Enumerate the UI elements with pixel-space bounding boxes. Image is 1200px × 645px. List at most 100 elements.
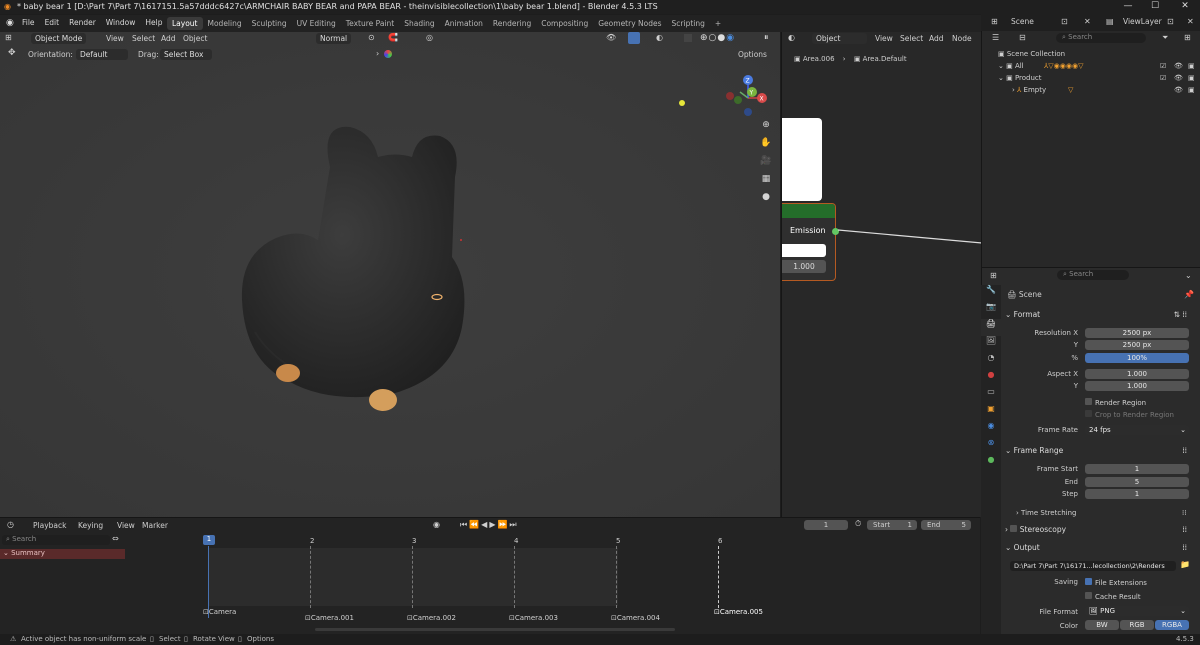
camera-marker[interactable]: ⊡Camera.005 xyxy=(714,608,763,616)
file-format-dropdown[interactable]: 🖼 PNG ⌄ xyxy=(1085,606,1189,616)
outliner-type-icon[interactable]: ☰ xyxy=(992,33,999,42)
collection-tab-icon[interactable]: ▭ xyxy=(981,387,1001,404)
object-tab-icon[interactable]: ▣ xyxy=(981,404,1001,421)
properties-search-input[interactable]: ⌕ Search xyxy=(1057,270,1129,280)
preset-icon[interactable]: ⇅ ⁞⁞ xyxy=(1174,310,1187,319)
overlay-icon[interactable]: ◐ xyxy=(656,33,663,42)
properties-type-icon[interactable]: ⊞ xyxy=(990,271,997,280)
outliner-search-input[interactable]: ⌕ Search xyxy=(1056,33,1146,43)
checkbox-icon[interactable]: ☑ xyxy=(1160,62,1166,70)
format-panel-header[interactable]: ⌄ Format ⇅ ⁞⁞ xyxy=(1005,310,1195,324)
menu-file[interactable]: File xyxy=(22,18,35,27)
output-tab-icon[interactable]: 🖨 xyxy=(981,319,1001,336)
marker-menu[interactable]: Marker xyxy=(142,521,168,530)
shader-node-editor[interactable]: ◐ Object View Select Add Node ▣ Area.006… xyxy=(781,32,982,517)
copy-icon[interactable]: ⊡ xyxy=(1167,17,1174,26)
camera-icon[interactable]: ▣ xyxy=(1188,62,1195,70)
tab-texture-paint[interactable]: Texture Paint xyxy=(341,17,399,30)
output-path-field[interactable]: D:\Part 7\Part 7\16171...lecollection\2\… xyxy=(1010,561,1176,571)
ortho-grid-icon[interactable]: ▦ xyxy=(760,174,772,192)
options-dropdown[interactable]: Options xyxy=(738,50,767,59)
physics-tab-icon[interactable]: ◉ xyxy=(981,421,1001,438)
crop-region-checkbox[interactable]: Crop to Render Region xyxy=(1085,410,1174,419)
shading-modes-icon[interactable]: ⊕○●◉ xyxy=(700,33,735,43)
pin-icon[interactable]: ⊡ xyxy=(1061,17,1068,26)
pan-hand-icon[interactable]: ✋ xyxy=(760,138,772,156)
view-layer-tab-icon[interactable]: 🖼 xyxy=(981,336,1001,353)
timeline-editor[interactable]: ◷ Playback Keying View Marker ◉ ⏮⏪◀▶⏩⏭ 1… xyxy=(0,517,980,634)
scene-collection-row[interactable]: ▣ Scene Collection xyxy=(998,50,1065,58)
stopwatch-icon[interactable]: ⏱ xyxy=(855,519,861,529)
pin-icon[interactable]: 📌 xyxy=(1184,290,1194,299)
menu-add[interactable]: Add xyxy=(161,34,176,43)
record-icon[interactable]: ◉ xyxy=(433,520,440,529)
transform-orientation-dropdown[interactable]: Normal xyxy=(316,33,352,44)
close-icon[interactable]: ✕ xyxy=(1187,17,1194,26)
chevron-down-icon[interactable]: ⌄ ▣ xyxy=(998,74,1015,82)
frame-start-field[interactable]: 1 xyxy=(1085,464,1189,474)
tab-rendering[interactable]: Rendering xyxy=(488,17,536,30)
camera-icon[interactable]: ▣ xyxy=(1188,74,1195,82)
timeline-search-input[interactable]: ⌕ Search xyxy=(2,535,110,545)
frame-step-field[interactable]: 1 xyxy=(1085,489,1189,499)
menu-select[interactable]: Select xyxy=(900,34,923,43)
color-rgba-button[interactable]: RGBA xyxy=(1155,620,1189,630)
playback-menu[interactable]: Playback xyxy=(33,521,66,530)
playback-controls[interactable]: ⏮⏪◀▶⏩⏭ xyxy=(460,520,519,530)
color-bw-button[interactable]: BW xyxy=(1085,620,1119,630)
navigation-gizmo[interactable]: Z X Y xyxy=(722,70,774,122)
scene-name-field[interactable]: Scene xyxy=(1011,17,1034,26)
cache-result-checkbox[interactable]: Cache Result xyxy=(1085,592,1141,601)
funnel-icon[interactable]: ⏷ xyxy=(1162,33,1168,43)
close-button[interactable]: ✕ xyxy=(1175,1,1195,11)
camera-icon[interactable]: ▣ xyxy=(1188,86,1195,94)
editor-type-icon[interactable]: ◐ xyxy=(788,33,795,42)
folder-icon[interactable]: 📁 xyxy=(1180,560,1190,569)
menu-render[interactable]: Render xyxy=(69,18,96,27)
eye-icon[interactable]: 👁 xyxy=(1174,62,1183,70)
world-tab-icon[interactable]: ● xyxy=(981,370,1001,387)
xray-icon[interactable] xyxy=(684,34,692,42)
current-frame-field[interactable]: 1 xyxy=(804,520,848,530)
tab-geometry-nodes[interactable]: Geometry Nodes xyxy=(593,17,666,30)
tab-compositing[interactable]: Compositing xyxy=(536,17,593,30)
frame-range-panel-header[interactable]: ⌄ Frame Range ⁞⁞ xyxy=(1005,446,1195,460)
visibility-icon[interactable]: 👁 xyxy=(606,33,616,42)
resolution-x-field[interactable]: 2500 px xyxy=(1085,328,1189,338)
mode-dropdown[interactable]: Object Mode xyxy=(31,33,87,44)
render-tab-icon[interactable]: 📷 xyxy=(981,302,1001,319)
resolution-y-field[interactable]: 2500 px xyxy=(1085,340,1189,350)
menu-window[interactable]: Window xyxy=(106,18,136,27)
new-collection-icon[interactable]: ⊞ xyxy=(1184,33,1191,42)
color-rgb-button[interactable]: RGB xyxy=(1120,620,1154,630)
tab-animation[interactable]: Animation xyxy=(440,17,488,30)
outliner-item-product[interactable]: ⌄ ▣ Product ☑ 👁 ▣ xyxy=(998,74,1198,82)
gizmo-toggle-icon[interactable] xyxy=(628,32,640,44)
render-region-checkbox[interactable]: Render Region xyxy=(1085,398,1146,407)
menu-view[interactable]: View xyxy=(875,34,893,43)
blender-menu-icon[interactable]: ◉ xyxy=(6,18,14,28)
clock-icon[interactable]: ◷ xyxy=(7,520,14,529)
chevron-down-icon[interactable]: ⌄ xyxy=(1185,271,1192,280)
node-context-dropdown[interactable]: Object xyxy=(812,33,867,44)
orientation-dropdown[interactable]: Default xyxy=(76,49,128,60)
view-menu[interactable]: View xyxy=(117,521,135,530)
pause-icon[interactable]: ⏸ xyxy=(764,33,769,43)
filter-icon[interactable]: ⊟ xyxy=(1019,33,1026,42)
data-tab-icon[interactable]: ● xyxy=(981,455,1001,472)
eye-icon[interactable]: 👁 xyxy=(1174,74,1183,82)
time-stretching-subpanel[interactable]: › Time Stretching ⁞⁞ xyxy=(1016,509,1186,517)
eye-icon[interactable]: 👁 xyxy=(1174,86,1183,94)
add-workspace-button[interactable]: + xyxy=(710,17,726,30)
outliner-item-empty[interactable]: › ⅄ Empty ▽ 👁 ▣ xyxy=(1012,86,1198,94)
maximize-button[interactable]: ☐ xyxy=(1145,1,1165,11)
chevron-right-icon[interactable]: › xyxy=(376,49,379,58)
checkbox-icon[interactable]: ☑ xyxy=(1160,74,1166,82)
frame-end-field[interactable]: 5 xyxy=(1085,477,1189,487)
3d-viewport[interactable]: Z X Y ⊕ ✋ 🎥 ▦ ● xyxy=(0,32,780,517)
camera-marker[interactable]: ⊡Camera.001 xyxy=(305,614,354,622)
file-extensions-checkbox[interactable]: File Extensions xyxy=(1085,578,1147,587)
camera-marker[interactable]: ⊡Camera.002 xyxy=(407,614,456,622)
aspect-y-field[interactable]: 1.000 xyxy=(1085,381,1189,391)
menu-add[interactable]: Add xyxy=(929,34,944,43)
